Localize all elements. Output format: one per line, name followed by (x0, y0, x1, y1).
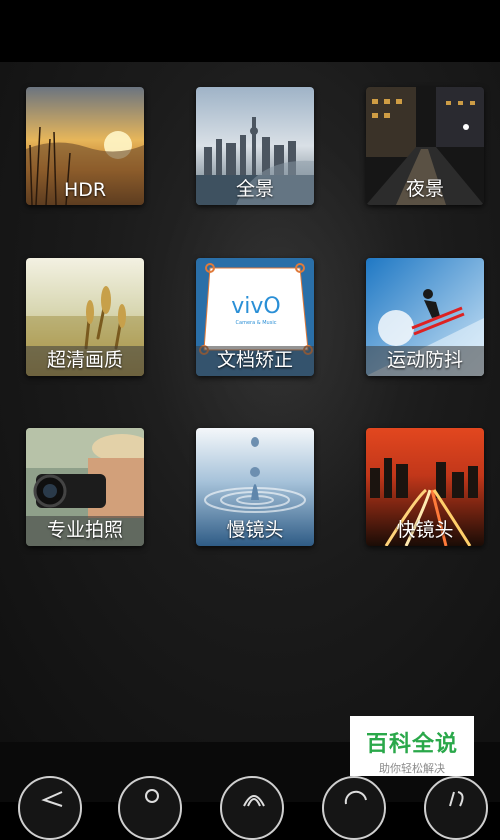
mode-icon[interactable] (18, 776, 82, 840)
mode-label: 运动防抖 (386, 349, 463, 371)
mode-tile-panorama[interactable]: 全景 (196, 87, 314, 205)
person-icon[interactable] (118, 776, 182, 840)
mode-tile-night[interactable]: 夜景 (366, 87, 484, 205)
settings-icon[interactable] (424, 776, 488, 840)
mode-tile-hdr[interactable]: HDR (26, 87, 144, 205)
mode-label: 慢镜头 (226, 519, 284, 541)
doc-brand-text: vivO (231, 294, 280, 319)
mode-grid-panel: HDR 全景 夜景 超清画质 vivO Camera & Music 文档矫正 … (0, 62, 500, 742)
mode-tile-doc[interactable]: vivO Camera & Music 文档矫正 (196, 258, 314, 376)
mode-label: 专业拍照 (46, 519, 123, 541)
mode-tile-slow[interactable]: 慢镜头 (196, 428, 314, 546)
mode-label: 全景 (235, 178, 274, 200)
mode-label: 超清画质 (46, 349, 123, 371)
mode-label: 快镜头 (396, 519, 454, 541)
watermark-badge: 百科全说 助你轻松解决 (350, 716, 474, 776)
switch-camera-icon[interactable] (322, 776, 386, 840)
mode-tile-pro[interactable]: 专业拍照 (26, 428, 144, 546)
settings-glyph-icon (449, 791, 464, 807)
watermark-subtitle: 助你轻松解决 (379, 762, 445, 775)
mode-label: 夜景 (405, 178, 444, 200)
mode-tile-sport[interactable]: 运动防抖 (366, 258, 484, 376)
refresh-glyph-icon (344, 790, 367, 805)
mode-label: HDR (63, 179, 107, 201)
doc-brand-sub: Camera & Music (236, 320, 277, 326)
fingerprint-glyph-icon (243, 795, 265, 807)
top-status-area (0, 0, 500, 62)
mode-label: 文档矫正 (216, 349, 293, 371)
watermark-title: 百科全说 (365, 732, 458, 757)
mode-tile-hd[interactable]: 超清画质 (26, 258, 144, 376)
back-arrow-icon (41, 791, 63, 807)
mode-tile-fast[interactable]: 快镜头 (366, 428, 484, 546)
person-glyph-icon (145, 789, 159, 803)
fingerprint-icon[interactable] (220, 776, 284, 840)
